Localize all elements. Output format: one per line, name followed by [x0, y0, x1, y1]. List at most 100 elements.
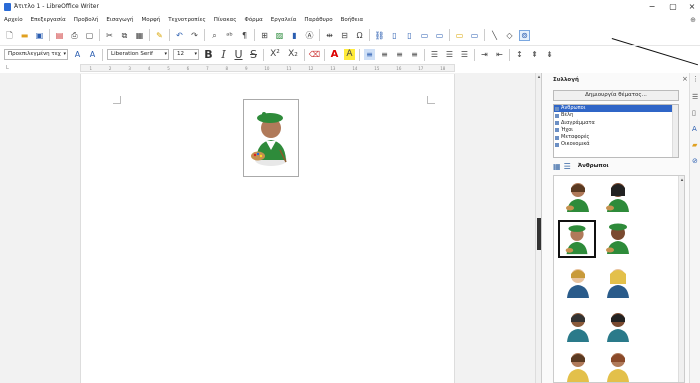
insert-textbox-icon[interactable]: Ⓐ — [304, 30, 315, 41]
gallery-grid[interactable]: ▴ — [553, 175, 685, 383]
gallery-item[interactable] — [600, 264, 638, 302]
minimize-button[interactable]: − — [646, 2, 658, 11]
numbered-list-icon[interactable]: ☰ — [444, 49, 455, 60]
insert-chart-icon[interactable]: ▮ — [289, 30, 300, 41]
icon-view-icon[interactable]: ▦ — [553, 162, 561, 171]
gallery-item[interactable] — [560, 348, 598, 383]
menu-insert[interactable]: Εισαγωγή — [106, 17, 133, 23]
gallery-item[interactable] — [560, 308, 598, 346]
basic-shapes-icon[interactable]: ◇ — [504, 30, 515, 41]
menu-edit[interactable]: Επεξεργασία — [31, 17, 66, 23]
update-style-icon[interactable]: A — [72, 49, 83, 60]
navigator-icon[interactable]: ⊘ — [692, 157, 698, 165]
gallery-scrollbar[interactable]: ▴ — [678, 176, 684, 382]
cross-reference-icon[interactable]: ▭ — [434, 30, 445, 41]
maximize-button[interactable]: ▢ — [667, 2, 679, 11]
cut-icon[interactable]: ✂ — [104, 30, 115, 41]
paste-icon[interactable]: ▦ — [134, 30, 145, 41]
subscript-button[interactable]: X₂ — [286, 49, 300, 60]
close-button[interactable]: × — [686, 2, 698, 11]
gallery-item-selected[interactable] — [558, 220, 596, 258]
horizontal-ruler[interactable]: 1 2 3 4 5 6 7 8 9 10 11 12 13 14 15 16 1… — [80, 64, 455, 72]
gallery-item[interactable] — [600, 220, 638, 258]
bullet-list-icon[interactable]: ☰ — [429, 49, 440, 60]
page-icon[interactable]: ▯ — [692, 109, 696, 117]
outline-list-icon[interactable]: ☰ — [459, 49, 470, 60]
menu-file[interactable]: Αρχείο — [4, 17, 23, 23]
gallery-item[interactable] — [600, 348, 638, 383]
superscript-button[interactable]: X² — [268, 49, 282, 60]
theme-item-finance[interactable]: Οικονομικά — [554, 141, 678, 148]
print-preview-icon[interactable]: ▢ — [84, 30, 95, 41]
font-size-dropdown[interactable]: 12▾ — [173, 49, 199, 60]
align-left-icon[interactable]: ≡ — [364, 49, 375, 60]
extensions-icon[interactable]: ⊕ — [690, 16, 696, 24]
underline-button[interactable]: U — [233, 49, 244, 60]
indent-spacing-icon[interactable]: ⇟ — [544, 49, 555, 60]
footnote-icon[interactable]: ▯ — [389, 30, 400, 41]
endnote-icon[interactable]: ▯ — [404, 30, 415, 41]
export-pdf-icon[interactable]: ▤ — [54, 30, 65, 41]
menu-form[interactable]: Φόρμα — [244, 17, 262, 23]
menu-view[interactable]: Προβολή — [74, 17, 99, 23]
spellcheck-icon[interactable]: ᵃᵇ — [224, 30, 235, 41]
track-changes-icon[interactable]: ▭ — [469, 30, 480, 41]
menu-format[interactable]: Μορφή — [141, 17, 160, 23]
menu-styles[interactable]: Τεχνοτροπίες — [168, 17, 206, 23]
menu-help[interactable]: Βοήθεια — [341, 17, 363, 23]
gallery-item[interactable] — [600, 178, 638, 216]
tab-stop-icon[interactable]: L — [6, 65, 9, 71]
justify-icon[interactable]: ≡ — [409, 49, 420, 60]
page-break-icon[interactable]: ⇹ — [324, 30, 335, 41]
align-right-icon[interactable]: ≡ — [394, 49, 405, 60]
highlight-color-button[interactable]: A — [344, 49, 355, 60]
theme-item-arrows[interactable]: Βέλη — [554, 112, 678, 119]
gallery-deck-icon[interactable]: ▰ — [692, 141, 697, 149]
undo-icon[interactable]: ↶ — [174, 30, 185, 41]
open-folder-icon[interactable]: ▬ — [19, 30, 30, 41]
print-icon[interactable]: ⎙ — [69, 30, 80, 41]
comment-icon[interactable]: ▭ — [454, 30, 465, 41]
insert-field-icon[interactable]: ⊟ — [339, 30, 350, 41]
insert-table-icon[interactable]: ⊞ — [259, 30, 270, 41]
bookmark-icon[interactable]: ▭ — [419, 30, 430, 41]
font-name-dropdown[interactable]: Liberation Serif▾ — [107, 49, 169, 60]
insert-image-icon[interactable]: ▨ — [274, 30, 285, 41]
styles-icon[interactable]: A — [692, 125, 697, 133]
menu-tools[interactable]: Εργαλεία — [271, 17, 297, 23]
sidebar-menu-icon[interactable]: ⋮ — [692, 75, 699, 83]
new-style-icon[interactable]: A — [87, 49, 98, 60]
hyperlink-icon[interactable]: ⛓ — [374, 30, 385, 41]
theme-list-scrollbar[interactable] — [672, 105, 678, 157]
paragraph-spacing-icon[interactable]: ⇞ — [529, 49, 540, 60]
copy-icon[interactable]: ⧉ — [119, 30, 130, 41]
gallery-item[interactable] — [560, 264, 598, 302]
inserted-person-image[interactable] — [243, 99, 299, 177]
menu-window[interactable]: Παράθυρο — [304, 17, 332, 23]
increase-indent-icon[interactable]: ⇥ — [479, 49, 490, 60]
italic-button[interactable]: I — [218, 49, 229, 60]
decrease-indent-icon[interactable]: ⇤ — [494, 49, 505, 60]
special-character-icon[interactable]: Ω — [354, 30, 365, 41]
clone-formatting-icon[interactable]: ✎ — [154, 30, 165, 41]
new-theme-button[interactable]: Δημιουργία θέματος... — [553, 90, 679, 101]
detail-view-icon[interactable]: ☰ — [564, 162, 571, 171]
gallery-item[interactable] — [560, 178, 598, 216]
save-icon[interactable]: ▣ — [34, 30, 45, 41]
theme-list[interactable]: Άνθρωποι Βέλη Διαγράμματα Ήχοι Μεταφορές… — [553, 104, 679, 158]
properties-icon[interactable]: ☰ — [692, 93, 698, 101]
font-color-button[interactable]: A — [329, 49, 340, 60]
line-icon[interactable]: ╲ — [489, 30, 500, 41]
strikethrough-button[interactable]: S — [248, 49, 259, 60]
paragraph-style-dropdown[interactable]: Προεπιλεγμένη τεχ▾ — [4, 49, 68, 60]
line-spacing-icon[interactable]: ↕ — [514, 49, 525, 60]
theme-item-diagrams[interactable]: Διαγράμματα — [554, 120, 678, 127]
sidebar-close-icon[interactable]: × — [682, 75, 688, 83]
redo-icon[interactable]: ↷ — [189, 30, 200, 41]
bold-button[interactable]: B — [203, 49, 214, 60]
clear-formatting-icon[interactable]: ⌫ — [309, 49, 320, 60]
align-center-icon[interactable]: ≡ — [379, 49, 390, 60]
formatting-marks-icon[interactable]: ¶ — [239, 30, 250, 41]
gallery-item[interactable] — [600, 308, 638, 346]
new-document-icon[interactable]: 🗋 — [4, 30, 15, 41]
